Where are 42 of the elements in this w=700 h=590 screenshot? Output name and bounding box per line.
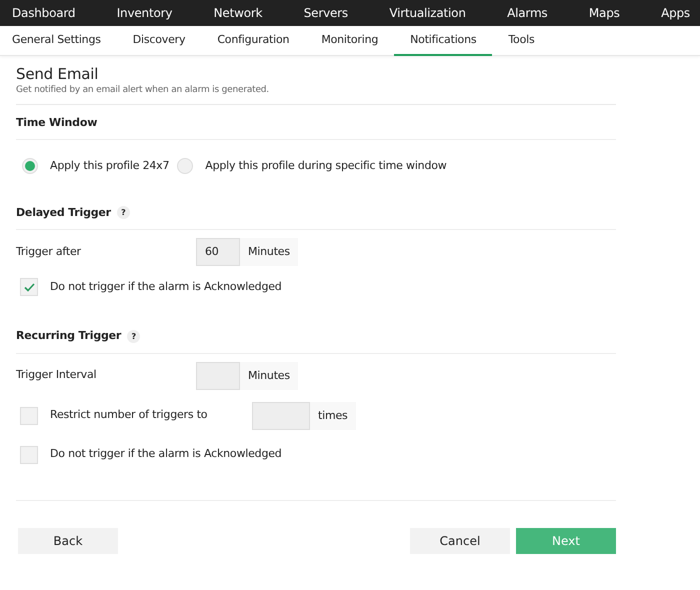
- input-field[interactable]: 60: [196, 238, 240, 266]
- checkbox-label: Do not trigger if the alarm is Acknowledged: [50, 446, 282, 462]
- nav-link[interactable]: Virtualization: [389, 0, 466, 26]
- radio-label: Apply this profile during specific time window: [205, 158, 447, 174]
- help-icon[interactable]: ?: [116, 206, 130, 220]
- page-subtitle: Get notified by an email alert when an alarm is generated.: [16, 84, 616, 104]
- checkbox-label: Do not trigger if the alarm is Acknowledged: [50, 278, 282, 295]
- field-label: Trigger after: [16, 244, 82, 260]
- checkbox[interactable]: [20, 406, 38, 424]
- radio-button[interactable]: [177, 158, 194, 174]
- nav-link[interactable]: Inventory: [116, 0, 172, 26]
- checkbox[interactable]: [20, 446, 38, 464]
- tab[interactable]: Monitoring: [305, 26, 394, 56]
- nav-link[interactable]: Servers: [304, 0, 348, 26]
- tab[interactable]: Notifications: [394, 26, 492, 56]
- tab[interactable]: General Settings: [0, 26, 117, 56]
- field-label: Trigger Interval: [16, 367, 98, 384]
- page-title: Send Email: [16, 64, 100, 84]
- checkbox-label: Restrict number of triggers to: [50, 407, 208, 424]
- button[interactable]: Cancel: [410, 528, 510, 554]
- nav-link[interactable]: Maps: [588, 0, 620, 26]
- radio-label: Apply this profile 24x7: [50, 158, 170, 174]
- nav-link[interactable]: Alarms: [507, 0, 548, 26]
- input-field[interactable]: [252, 402, 310, 430]
- unit-label: Minutes: [240, 238, 298, 266]
- nav-link[interactable]: Dashboard: [12, 0, 76, 26]
- section-title: Recurring Trigger: [16, 328, 122, 344]
- input-field[interactable]: [196, 362, 240, 390]
- button[interactable]: Back: [18, 528, 118, 554]
- check-icon: [24, 282, 34, 292]
- tab[interactable]: Discovery: [116, 26, 202, 56]
- tab[interactable]: Tools: [492, 26, 550, 56]
- nav-link[interactable]: Apps: [661, 0, 690, 26]
- unit-label: Minutes: [240, 362, 298, 390]
- help-icon[interactable]: ?: [127, 330, 140, 343]
- nav-link[interactable]: Network: [214, 0, 262, 26]
- checkbox[interactable]: [20, 278, 38, 296]
- section-title: Time Window: [16, 114, 98, 130]
- radio-button[interactable]: [22, 158, 38, 174]
- tab[interactable]: Configuration: [201, 26, 306, 56]
- unit-label: times: [310, 402, 356, 430]
- section-title: Delayed Trigger: [16, 204, 111, 220]
